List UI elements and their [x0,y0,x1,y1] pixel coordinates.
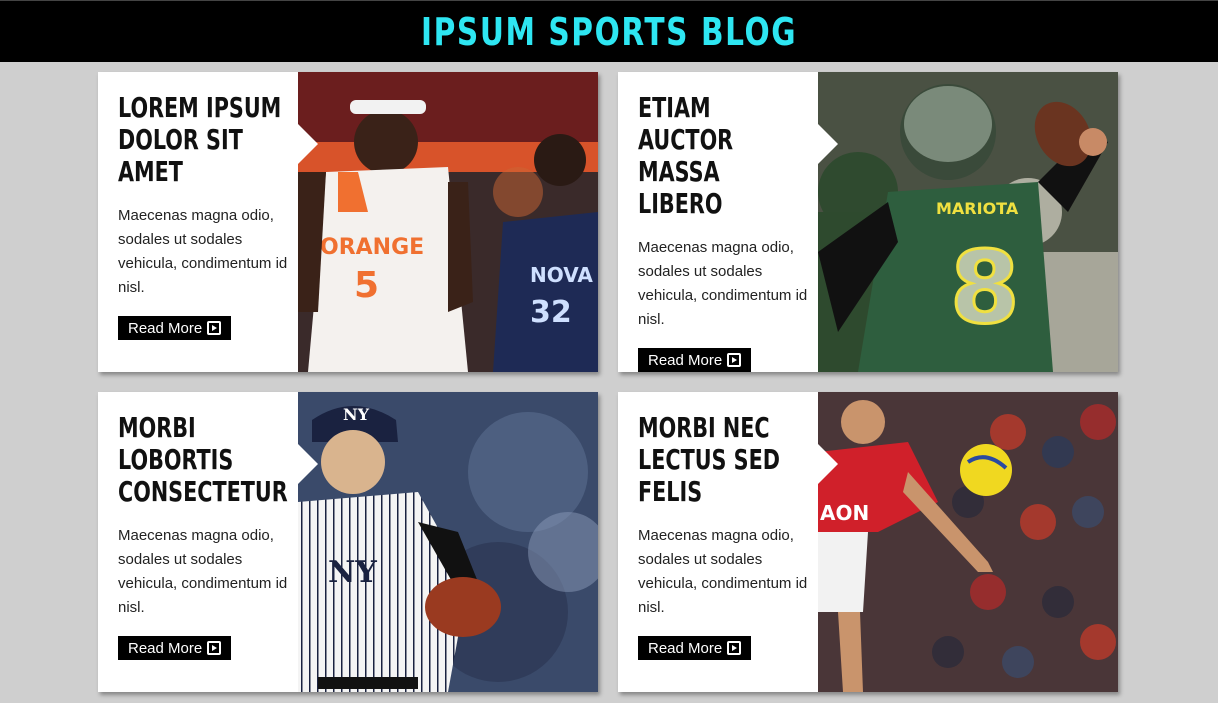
card-notch [298,124,318,164]
card-excerpt: Maecenas magna odio, sodales ut sodales … [118,527,288,616]
play-icon [727,353,742,367]
article-card: LOREM IPSUM DOLOR SIT AMET Maecenas magn… [98,72,598,372]
svg-text:NY: NY [328,555,377,590]
article-card: ETIAM AUCTOR MASSA LIBERO Maecenas magna… [618,72,1118,372]
baseball-photo: NY NY [298,392,598,692]
article-photo[interactable]: NY NY [298,392,598,692]
card-excerpt: Maecenas magna odio, sodales ut sodales … [638,239,808,328]
read-more-button[interactable]: Read More [118,636,232,660]
card-text: MORBI NEC LECTUS SED FELIS Maecenas magn… [638,412,808,660]
card-notch [818,124,838,164]
read-more-button[interactable]: Read More [638,636,752,660]
article-photo[interactable]: MARIOTA 8 [818,72,1118,372]
card-text: LOREM IPSUM DOLOR SIT AMET Maecenas magn… [118,92,288,340]
play-icon [207,641,222,655]
read-more-label: Read More [648,351,723,369]
play-icon [727,641,742,655]
article-card: MORBI NEC LECTUS SED FELIS Maecenas magn… [618,392,1118,692]
card-title: LOREM IPSUM DOLOR SIT AMET [118,91,282,188]
svg-text:32: 32 [530,295,572,330]
read-more-button[interactable]: Read More [638,348,752,372]
card-notch [298,444,318,484]
card-title: ETIAM AUCTOR MASSA LIBERO [638,91,734,220]
read-more-label: Read More [128,319,203,337]
site-title: IPSUM SPORTS BLOG [420,9,798,54]
svg-text:NOVA: NOVA [530,263,593,287]
svg-text:ORANGE: ORANGE [320,235,424,260]
article-photo[interactable]: ORANGE 5 NOVA 32 [298,72,598,372]
svg-text:NY: NY [343,405,370,424]
card-title: MORBI LOBORTIS CONSECTETUR [118,411,288,508]
article-photo[interactable]: AON [818,392,1118,692]
article-card: MORBI LOBORTIS CONSECTETUR Maecenas magn… [98,392,598,692]
card-excerpt: Maecenas magna odio, sodales ut sodales … [118,207,288,296]
site-header: IPSUM SPORTS BLOG [0,0,1218,62]
card-text: MORBI LOBORTIS CONSECTETUR Maecenas magn… [118,412,288,660]
read-more-button[interactable]: Read More [118,316,232,340]
play-icon [207,321,222,335]
card-excerpt: Maecenas magna odio, sodales ut sodales … [638,527,808,616]
svg-text:MARIOTA: MARIOTA [936,199,1019,218]
svg-text:5: 5 [354,265,379,306]
card-notch [818,444,838,484]
svg-text:AON: AON [820,501,869,525]
svg-text:8: 8 [950,229,1020,346]
read-more-label: Read More [128,639,203,657]
football-photo: MARIOTA 8 [818,72,1118,372]
card-text: ETIAM AUCTOR MASSA LIBERO Maecenas magna… [638,92,808,372]
read-more-label: Read More [648,639,723,657]
card-title: MORBI NEC LECTUS SED FELIS [638,411,780,508]
basketball-photo: ORANGE 5 NOVA 32 [298,72,598,372]
soccer-photo: AON [818,392,1118,692]
